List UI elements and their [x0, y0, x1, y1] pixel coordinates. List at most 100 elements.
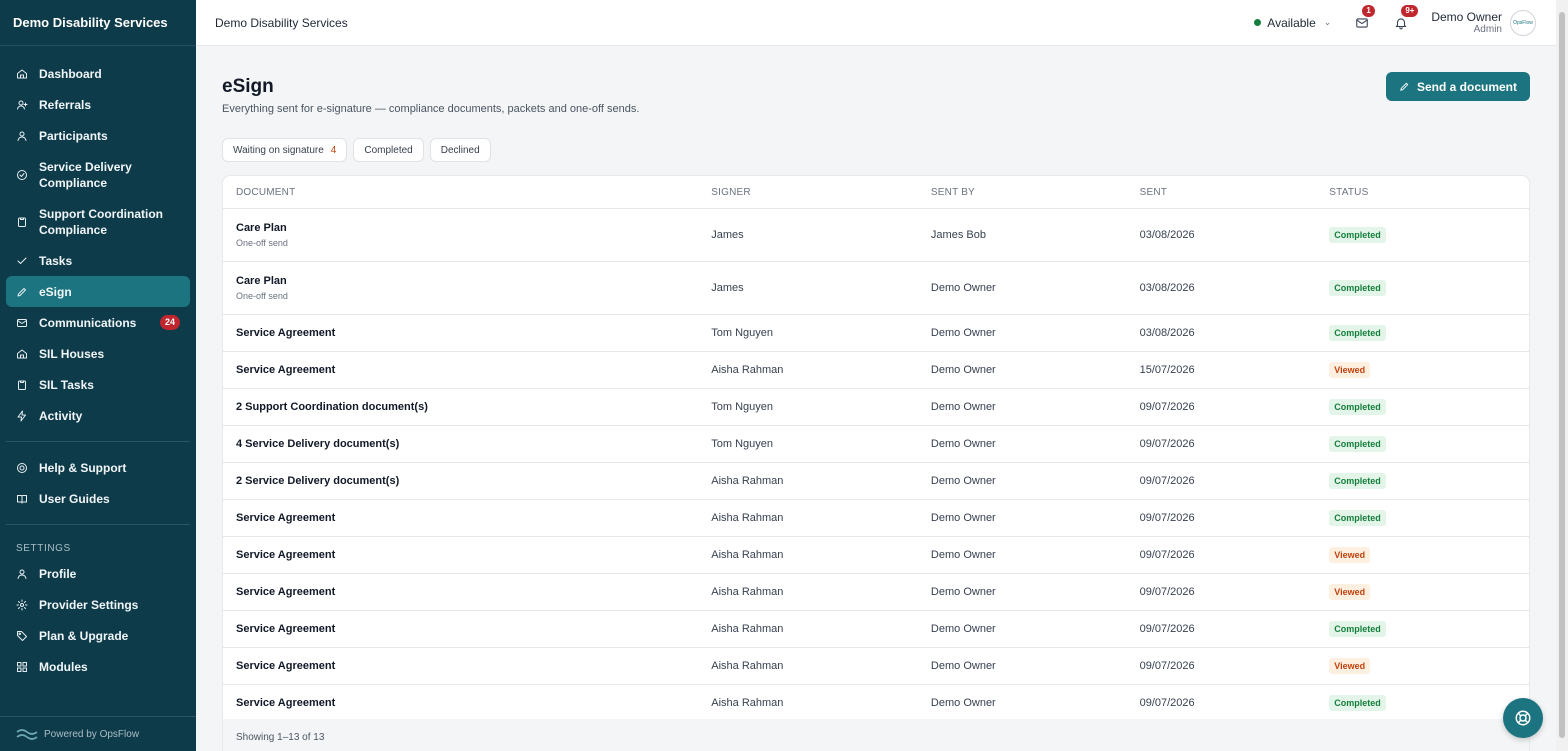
document-name[interactable]: Service Agreement: [236, 660, 711, 672]
sidebar-item-activity[interactable]: Activity: [6, 400, 190, 431]
table-body: Care Plan One-off send James James Bob 03/08…: [223, 209, 1529, 722]
table-row[interactable]: Service Agreement Aisha Rahman Demo Owner 0…: [223, 648, 1529, 685]
column-header-signer[interactable]: SIGNER: [711, 187, 931, 198]
table-row[interactable]: Service Agreement Aisha Rahman Demo Owner 0…: [223, 537, 1529, 574]
grid-icon: [16, 661, 28, 673]
sidebar-item-sil-houses[interactable]: SIL Houses: [6, 338, 190, 369]
sidebar-item-dashboard[interactable]: Dashboard: [6, 58, 190, 89]
sidebar-item-provider-settings[interactable]: Provider Settings: [6, 589, 190, 620]
cell-sent-by: Demo Owner: [930, 586, 996, 598]
document-name[interactable]: Service Agreement: [236, 512, 711, 524]
sidebar-item-profile[interactable]: Profile: [6, 558, 190, 589]
cell-sent-date: 03/08/2026: [1139, 229, 1195, 241]
document-name[interactable]: Care Plan: [236, 222, 711, 234]
cell-status: Completed: [1329, 436, 1529, 452]
sidebar: Demo Disability Services Dashboard Referr…: [0, 0, 196, 751]
filter-waiting-on-signature[interactable]: Waiting on signature 4: [222, 138, 348, 162]
document-name[interactable]: Service Agreement: [236, 549, 711, 561]
table-row[interactable]: 4 Service Delivery document(s) Tom Nguyen…: [223, 426, 1529, 463]
cell-document: 2 Support Coordination document(s): [223, 401, 711, 413]
table-row[interactable]: Service Agreement Aisha Rahman Demo Owner 0…: [223, 685, 1529, 722]
document-name[interactable]: Service Agreement: [236, 623, 711, 635]
table-row[interactable]: 2 Support Coordination document(s) Tom Ng…: [223, 389, 1529, 426]
sidebar-item-participants[interactable]: Participants: [6, 120, 190, 151]
sidebar-item-referrals[interactable]: Referrals: [6, 89, 190, 120]
home-icon: [16, 348, 28, 360]
settings-nav: Profile Provider Settings Plan & Upgrade Mo…: [0, 558, 196, 682]
table-row[interactable]: 2 Service Delivery document(s) Aisha Rahm…: [223, 463, 1529, 500]
avatar[interactable]: OpsFlow: [1510, 9, 1536, 36]
status-badge: Viewed: [1329, 362, 1371, 378]
sidebar-item-sil-tasks[interactable]: SIL Tasks: [6, 369, 190, 400]
status-badge: Viewed: [1329, 584, 1371, 600]
table-row[interactable]: Service Agreement Tom Nguyen Demo Owner 03/…: [223, 315, 1529, 352]
table-row[interactable]: Care Plan One-off send James James Bob 03/08…: [223, 209, 1529, 262]
sidebar-item-plan-upgrade[interactable]: Plan & Upgrade: [6, 620, 190, 651]
user-menu[interactable]: Demo Owner Admin: [1431, 10, 1502, 35]
cell-sent-by: James Bob: [930, 229, 986, 241]
document-name[interactable]: Care Plan: [236, 275, 711, 287]
document-name[interactable]: Service Agreement: [236, 364, 711, 376]
messages-button[interactable]: 1: [1353, 4, 1375, 32]
cell-sent-date: 15/07/2026: [1139, 364, 1195, 376]
table-row[interactable]: Care Plan One-off send James Demo Owner 03/0…: [223, 262, 1529, 315]
notifications-button[interactable]: 9+: [1392, 4, 1419, 32]
sidebar-item-tasks[interactable]: Tasks: [6, 245, 190, 276]
document-name[interactable]: 2 Service Delivery document(s): [236, 475, 711, 487]
cell-signer: James: [711, 282, 744, 294]
status-badge: Completed: [1329, 621, 1386, 637]
send-document-button[interactable]: Send a document: [1385, 72, 1530, 101]
sidebar-item-label: Service Delivery Compliance: [39, 159, 132, 190]
scrollbar-thumb[interactable]: [1559, 12, 1565, 738]
table-row[interactable]: Service Agreement Aisha Rahman Demo Owner 0…: [223, 500, 1529, 537]
column-header-sent[interactable]: SENT: [1140, 187, 1330, 198]
sidebar-item-label: Tasks: [39, 253, 73, 268]
sidebar-item-help-support[interactable]: Help & Support: [6, 452, 190, 483]
sidebar-item-esign[interactable]: eSign: [6, 276, 190, 307]
column-header-sent-by[interactable]: SENT BY: [931, 187, 1140, 198]
cell-signer: Aisha Rahman: [711, 586, 784, 598]
document-name[interactable]: Service Agreement: [236, 327, 711, 339]
table-row[interactable]: Service Agreement Aisha Rahman Demo Owner 0…: [223, 611, 1529, 648]
unread-count-badge: 24: [159, 315, 180, 330]
filter-completed[interactable]: Completed: [353, 138, 424, 162]
book-icon: [16, 493, 28, 505]
document-name[interactable]: Service Agreement: [236, 697, 711, 709]
column-header-document[interactable]: DOCUMENT: [223, 187, 711, 198]
user-icon: [16, 130, 28, 142]
table-row[interactable]: Service Agreement Aisha Rahman Demo Owner 1…: [223, 352, 1529, 389]
cell-sent-date: 09/07/2026: [1139, 475, 1195, 487]
document-name[interactable]: Service Agreement: [236, 586, 711, 598]
cell-sent-by: Demo Owner: [930, 282, 996, 294]
page-scrollbar[interactable]: [1556, 0, 1568, 751]
cell-sent-date: 09/07/2026: [1139, 697, 1195, 709]
sidebar-item-modules[interactable]: Modules: [6, 651, 190, 682]
status-badge: Completed: [1329, 510, 1386, 526]
sidebar-item-service-delivery-compliance[interactable]: Service Delivery Compliance: [6, 151, 190, 198]
column-header-status[interactable]: STATUS: [1329, 187, 1529, 198]
document-name[interactable]: 4 Service Delivery document(s): [236, 438, 711, 450]
table-row[interactable]: Service Agreement Aisha Rahman Demo Owner 0…: [223, 574, 1529, 611]
sidebar-item-support-coordination-compliance[interactable]: Support Coordination Compliance: [6, 198, 190, 245]
powered-by-text: Powered by OpsFlow: [44, 728, 140, 740]
cell-sent-date: 03/08/2026: [1139, 282, 1195, 294]
table-header: DOCUMENT SIGNER SENT BY SENT STATUS: [223, 176, 1529, 209]
cell-document: Service Agreement: [223, 549, 711, 561]
bolt-icon: [16, 410, 28, 422]
filter-declined[interactable]: Declined: [429, 138, 491, 162]
help-chat-button[interactable]: [1503, 698, 1543, 738]
sidebar-item-user-guides[interactable]: User Guides: [6, 483, 190, 514]
mail-icon: [1356, 17, 1369, 28]
page-subtitle: Everything sent for e-signature — compli…: [222, 103, 640, 115]
clipboard-icon: [16, 379, 28, 391]
home-icon: [16, 68, 28, 80]
cell-document: Service Agreement: [223, 512, 711, 524]
filter-label: Declined: [440, 144, 480, 156]
opsflow-wave-icon: [16, 729, 38, 740]
clipboard-icon: [16, 216, 28, 228]
document-name[interactable]: 2 Support Coordination document(s): [236, 401, 711, 413]
sidebar-item-communications[interactable]: Communications 24: [6, 307, 190, 338]
sidebar-item-label: Modules: [39, 659, 88, 674]
brand-name[interactable]: Demo Disability Services: [0, 0, 196, 46]
availability-dropdown[interactable]: Available ⌄: [1254, 16, 1331, 30]
